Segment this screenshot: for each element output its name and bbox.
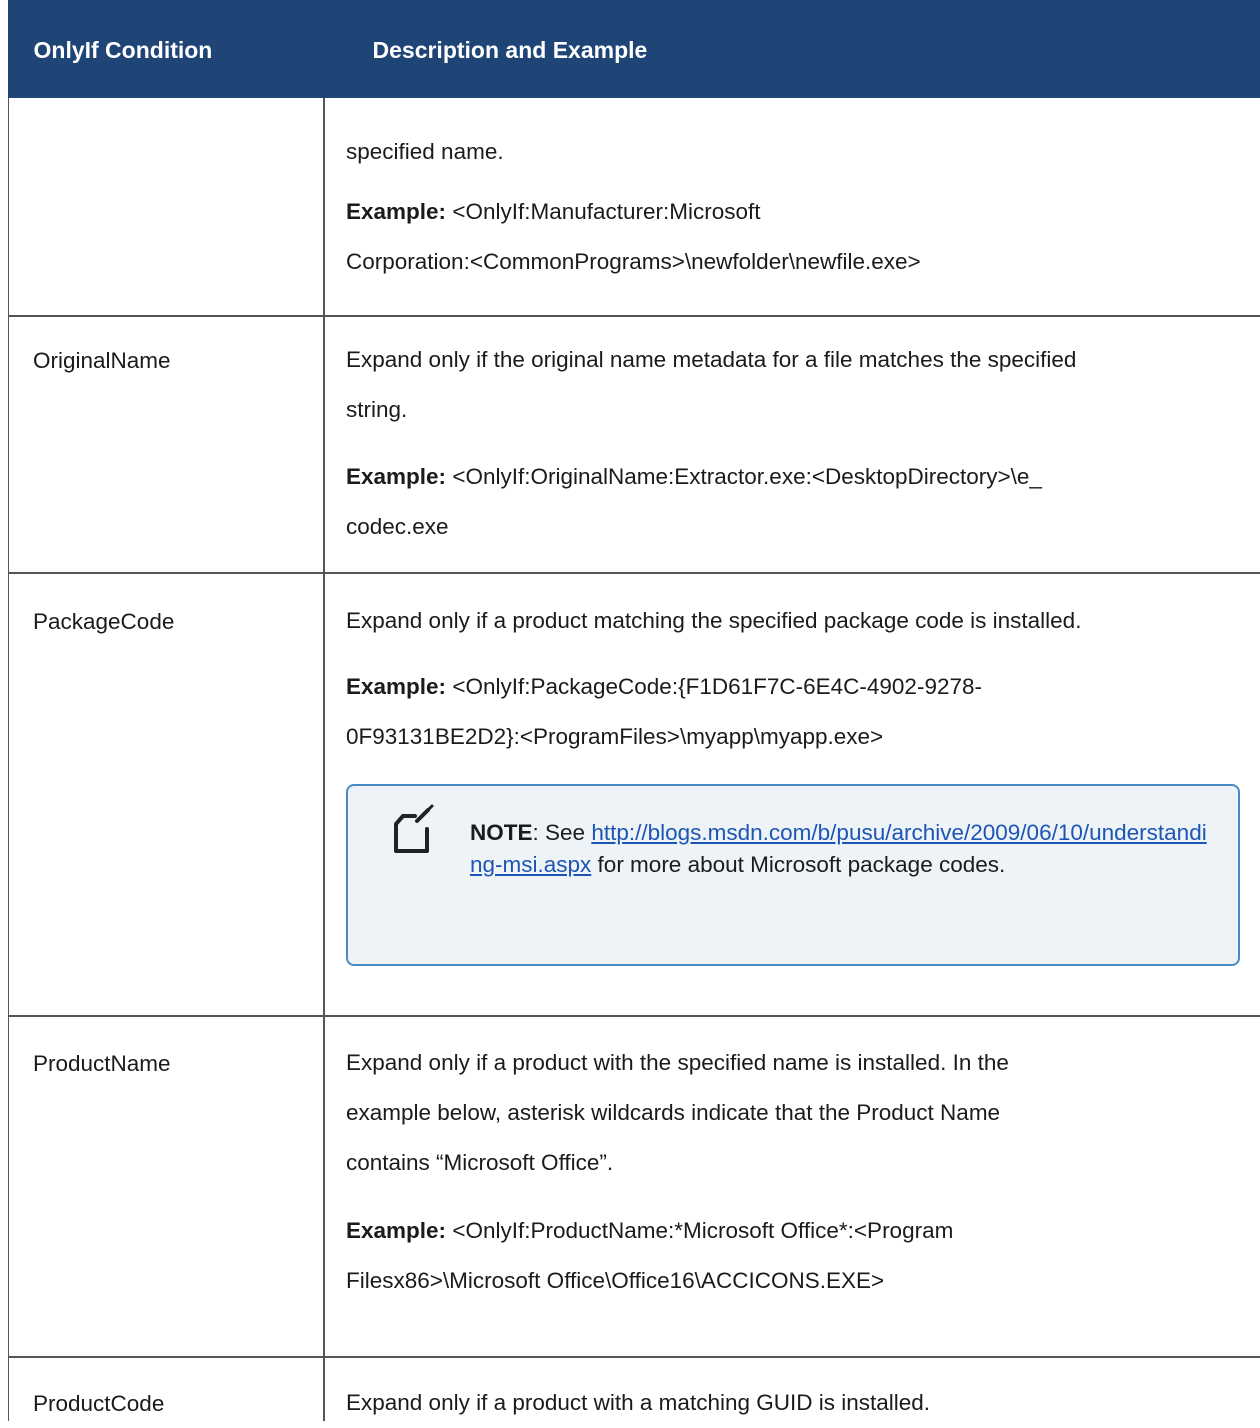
- example-label: Example:: [346, 464, 446, 489]
- example-code-continued: Corporation:<CommonPrograms>\newfolder\n…: [346, 237, 1246, 287]
- example-code: <OnlyIf:PackageCode:{F1D61F7C-6E4C-4902-…: [452, 674, 982, 699]
- row-divider: [9, 1015, 1260, 1017]
- onlyif-conditions-table: OnlyIf Condition Description and Example…: [8, 0, 1260, 1421]
- description-text: Expand only if a product matching the sp…: [346, 596, 1246, 646]
- column-divider: [323, 98, 325, 1421]
- row-divider: [9, 1356, 1260, 1358]
- description-text: Expand only if a product with the specif…: [346, 1038, 1246, 1088]
- table-header: OnlyIf Condition Description and Example: [8, 0, 1260, 98]
- note-callout: NOTE: See http://blogs.msdn.com/b/pusu/a…: [346, 784, 1240, 966]
- condition-name: ProductName: [33, 1050, 171, 1077]
- example-text: Example: <OnlyIf:OriginalName:Extractor.…: [346, 452, 1246, 502]
- note-pencil-icon: [393, 804, 435, 854]
- row-divider: [9, 572, 1260, 574]
- example-text: Example: <OnlyIf:PackageCode:{F1D61F7C-6…: [346, 662, 1246, 712]
- example-code: <OnlyIf:OriginalName:Extractor.exe:<Desk…: [452, 464, 1042, 489]
- condition-name: PackageCode: [33, 608, 174, 635]
- example-code-continued: codec.exe: [346, 502, 1246, 552]
- example-label: Example:: [346, 674, 446, 699]
- example-label: Example:: [346, 199, 446, 224]
- example-code-continued: 0F93131BE2D2}:<ProgramFiles>\myapp\myapp…: [346, 712, 1246, 762]
- description-text: specified name.: [346, 127, 1246, 177]
- example-code-continued: Filesx86>\Microsoft Office\Office16\ACCI…: [346, 1256, 1246, 1306]
- column-header-condition: OnlyIf Condition: [34, 37, 213, 64]
- description-text-continued: example below, asterisk wildcards indica…: [346, 1088, 1246, 1138]
- example-text: Example: <OnlyIf:ProductName:*Microsoft …: [346, 1206, 1246, 1256]
- example-text: Example: <OnlyIf:Manufacturer:Microsoft: [346, 187, 1246, 237]
- example-code: <OnlyIf:ProductName:*Microsoft Office*:<…: [452, 1218, 953, 1243]
- note-label: NOTE: [470, 820, 533, 845]
- example-code: <OnlyIf:Manufacturer:Microsoft: [452, 199, 760, 224]
- condition-name: ProductCode: [33, 1390, 164, 1417]
- description-text-continued: string.: [346, 385, 1246, 435]
- column-header-description: Description and Example: [373, 37, 648, 64]
- description-text-continued: contains “Microsoft Office”.: [346, 1138, 1246, 1188]
- note-text: NOTE: See http://blogs.msdn.com/b/pusu/a…: [470, 817, 1210, 881]
- description-text: Expand only if the original name metadat…: [346, 335, 1246, 385]
- example-label: Example:: [346, 1218, 446, 1243]
- row-divider: [9, 315, 1260, 317]
- condition-name: OriginalName: [33, 347, 171, 374]
